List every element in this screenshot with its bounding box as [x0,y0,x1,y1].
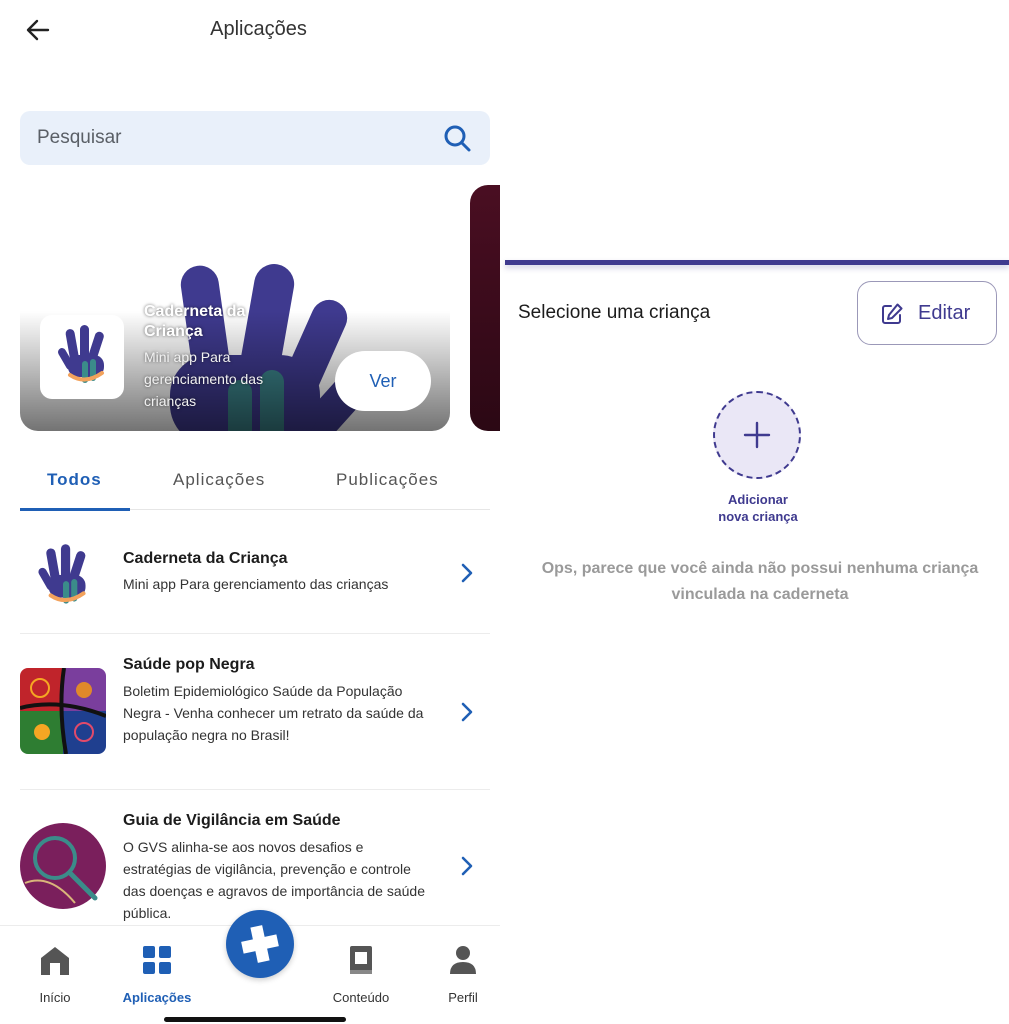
book-icon [350,946,372,974]
tab-aplicacoes[interactable]: Aplicações [173,470,265,490]
child-selection-screen: Selecione uma criança Editar Adicionar n… [505,0,1009,1024]
search-icon[interactable] [442,123,472,153]
nav-label: Aplicações [122,990,192,1005]
health-cross-button[interactable] [226,910,294,978]
list-item[interactable]: Saúde pop Negra Boletim Epidemiológico S… [20,634,490,790]
nav-label: Início [39,990,71,1005]
item-description: Boletim Epidemiológico Saúde da Populaçã… [123,683,424,743]
add-child-label-line2: nova criança [718,509,798,524]
featured-app-banner[interactable]: Caderneta da Criança Mini app Para geren… [20,185,450,431]
person-icon [450,946,476,974]
banner-description: Mini app Para gerenciamento das crianças [144,349,264,409]
hands-icon [58,325,104,383]
tab-publicacoes[interactable]: Publicações [336,470,439,490]
select-child-label: Selecione uma criança [518,302,711,323]
edit-icon [882,303,903,324]
nav-aplicacoes[interactable]: Aplicações [112,926,202,1016]
nav-perfil[interactable]: Perfil [418,926,500,1016]
header-divider [505,260,1009,265]
empty-message-line2: vinculada na caderneta [671,586,849,603]
edit-label: Editar [918,302,971,324]
empty-message-line1: Ops, parece que você ainda não possui ne… [541,560,979,577]
tab-todos[interactable]: Todos [47,470,102,490]
item-description: Mini app Para gerenciamento das crianças [123,576,389,592]
view-button[interactable]: Ver [335,351,431,411]
search-bar[interactable]: Pesquisar [20,111,490,165]
home-indicator [164,1017,346,1022]
tab-bar: Todos Aplicações Publicações [20,458,490,511]
home-icon [41,947,69,975]
chevron-right-icon[interactable] [458,700,476,724]
item-title: Saúde pop Negra [123,656,255,673]
plus-icon [743,421,771,449]
hands-icon [38,544,86,604]
add-child-label[interactable]: Adicionar nova criança [688,491,828,525]
nav-conteudo[interactable]: Conteúdo [316,926,406,1016]
add-child-button[interactable] [713,391,801,479]
empty-state-message: Ops, parece que você ainda não possui ne… [515,556,1005,608]
active-tab-indicator [20,508,130,511]
banner-title: Caderneta da Criança [144,303,246,340]
applications-screen: Aplicações Pesquisar Caderneta da Crianç… [0,0,500,1024]
search-input[interactable]: Pesquisar [37,127,122,149]
next-banner-peek[interactable] [470,185,500,431]
saude-negra-thumbnail [20,668,106,754]
nav-inicio[interactable]: Início [10,926,100,1016]
item-title: Caderneta da Criança [123,550,288,567]
caderneta-logo [40,315,124,399]
edit-button[interactable]: Editar [857,281,997,345]
chevron-right-icon[interactable] [458,561,476,585]
nav-label: Perfil [448,990,478,1005]
item-title: Guia de Vigilância em Saúde [123,812,341,829]
bottom-navigation: Início Aplicações Conteúdo Perfil [0,910,500,1024]
gvs-thumbnail [20,823,106,909]
chevron-right-icon[interactable] [458,854,476,878]
grid-icon [143,946,171,974]
list-item[interactable]: Caderneta da Criança Mini app Para geren… [20,520,490,634]
list-item[interactable]: Guia de Vigilância em Saúde O GVS alinha… [20,790,490,930]
nav-label: Conteúdo [332,990,390,1005]
page-title: Aplicações [210,18,307,40]
add-child-label-line1: Adicionar [728,492,788,507]
health-cross-icon [241,925,279,963]
